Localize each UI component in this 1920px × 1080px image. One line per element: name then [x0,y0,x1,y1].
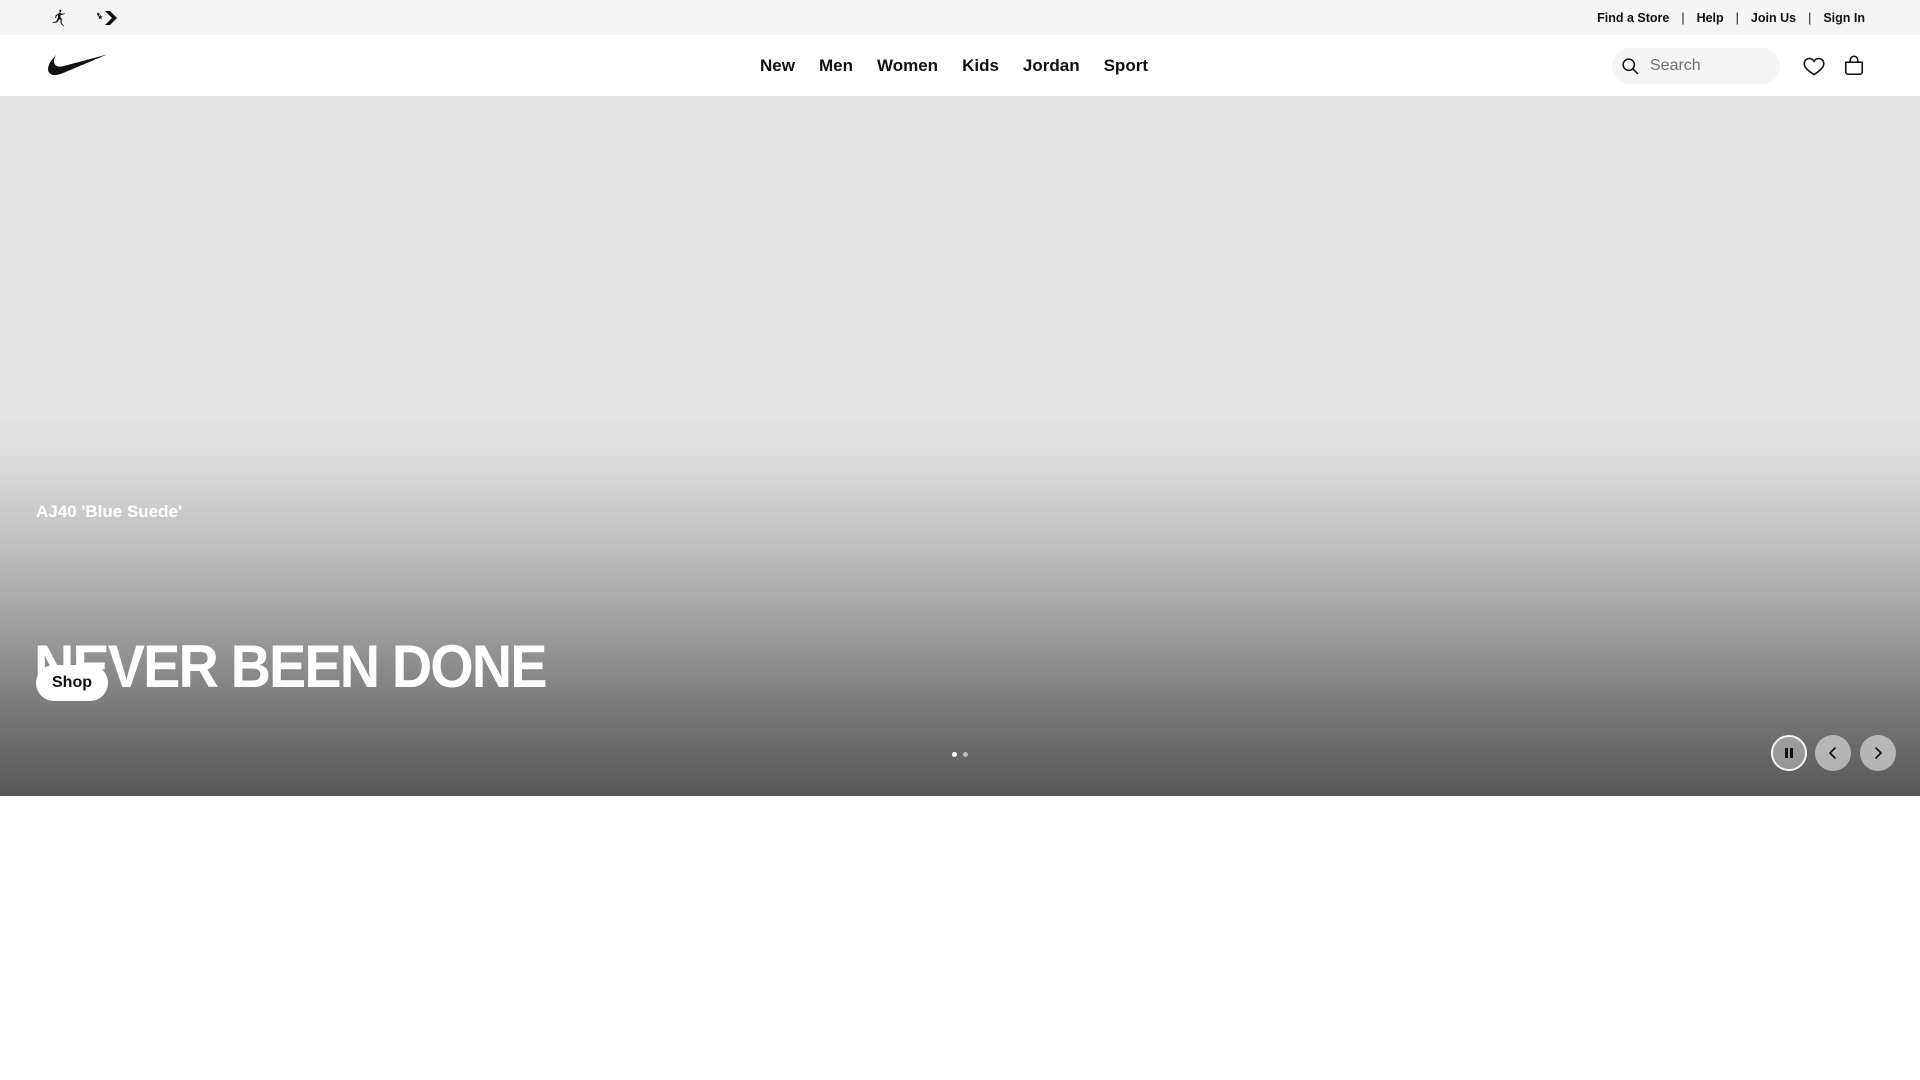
join-us-link[interactable]: Join Us [1751,11,1796,25]
hero-eyebrow: AJ40 'Blue Suede' [36,502,183,521]
utility-links: Find a Store | Help | Join Us | Sign In [1597,0,1865,35]
utility-bar: Find a Store | Help | Join Us | Sign In [0,0,1920,35]
pause-glyph [1785,748,1793,758]
search-glyph [1622,58,1639,75]
search-box [1612,48,1780,84]
pause-icon[interactable] [1771,735,1807,771]
hero-headline-line-2: IS WHAT WE DO [34,795,448,862]
chevron-left-glyph [1829,747,1836,759]
nike-swoosh-icon[interactable] [46,49,108,79]
nav-link-jordan[interactable]: Jordan [1011,56,1092,76]
nav-link-men[interactable]: Men [807,56,865,76]
carousel-dot-1[interactable] [952,752,957,757]
converse-chevron-svg [97,11,117,25]
heart-glyph [1803,57,1825,76]
carousel-dots [952,752,968,757]
jordan-icon[interactable] [46,5,72,31]
sign-in-link[interactable]: Sign In [1823,11,1865,25]
shop-button[interactable]: Shop [36,665,108,701]
hero-headline: NEVER BEEN DONE IS WHAT WE DO [34,532,547,964]
carousel-dot-2[interactable] [963,752,968,757]
bag-glyph [1844,55,1864,76]
jumpman-svg [52,9,65,27]
hero-headline-line-1: NEVER BEEN DONE [34,633,547,700]
search-input[interactable] [1648,48,1768,84]
nav-link-kids[interactable]: Kids [950,56,1011,76]
chevron-left-icon[interactable] [1815,735,1851,771]
swoosh-svg [48,54,107,76]
converse-icon[interactable] [95,5,121,31]
main-nav: New Men Women Kids Jordan Sport [0,35,1920,96]
nav-link-sport[interactable]: Sport [1092,56,1160,76]
find-store-link[interactable]: Find a Store [1597,11,1669,25]
bag-icon[interactable] [1835,47,1873,85]
separator: | [1681,10,1685,25]
separator: | [1808,10,1812,25]
separator: | [1735,10,1739,25]
hero-banner[interactable]: AJ40 'Blue Suede' NEVER BEEN DONE IS WHA… [0,96,1920,859]
help-link[interactable]: Help [1697,11,1724,25]
search-icon[interactable] [1612,48,1648,84]
nav-link-women[interactable]: Women [865,56,950,76]
chevron-right-glyph [1875,747,1882,759]
chevron-right-icon[interactable] [1860,735,1896,771]
heart-icon[interactable] [1795,47,1833,85]
nav-link-new[interactable]: New [760,56,807,76]
